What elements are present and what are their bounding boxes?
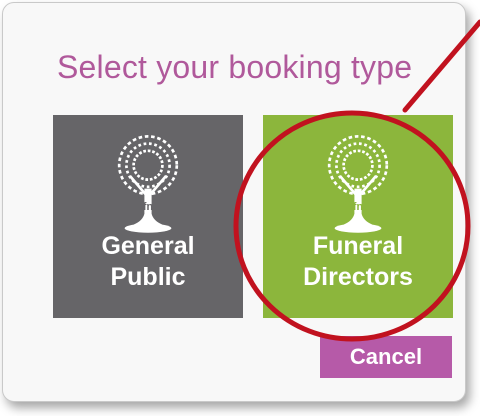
funeral-directors-option[interactable]: fn Funeral Directors bbox=[263, 115, 453, 318]
page: Select your booking type fn General Publ… bbox=[0, 0, 480, 416]
cancel-button[interactable]: Cancel bbox=[320, 336, 452, 378]
dialog-title: Select your booking type bbox=[57, 49, 413, 85]
tree-logo-icon: fn bbox=[117, 135, 179, 233]
general-public-option[interactable]: fn General Public bbox=[53, 115, 243, 318]
svg-text:fn: fn bbox=[353, 201, 363, 213]
booking-type-dialog: Select your booking type fn General Publ… bbox=[2, 2, 466, 402]
funeral-directors-label: Funeral Directors bbox=[263, 231, 453, 293]
option-label-line: Funeral bbox=[312, 232, 404, 260]
svg-text:fn: fn bbox=[143, 201, 153, 213]
general-public-label: General Public bbox=[53, 231, 243, 293]
option-label-line: General bbox=[101, 232, 195, 260]
tree-logo-icon: fn bbox=[327, 135, 389, 233]
option-label-line: Directors bbox=[303, 263, 413, 291]
option-label-line: Public bbox=[110, 263, 186, 291]
